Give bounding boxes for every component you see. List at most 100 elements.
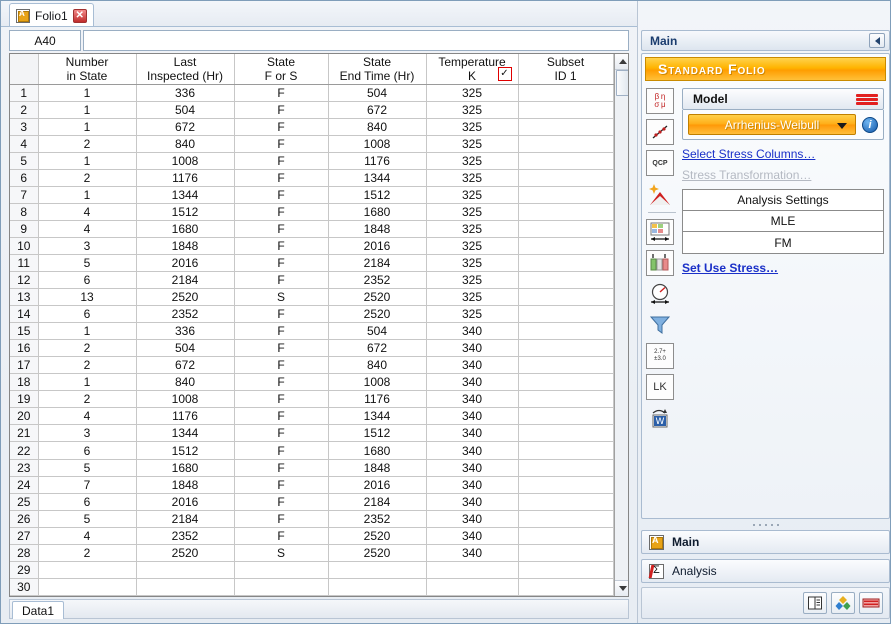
cell-last-inspected[interactable]: 1512 [136,441,235,460]
sheet-tab-data1[interactable]: Data1 [12,601,65,619]
cell-last-inspected[interactable]: 2016 [136,254,235,273]
cell-temperature[interactable]: 340 [425,476,519,494]
panel-section-main[interactable]: Main [641,530,890,554]
cell-subset-id[interactable] [518,101,614,119]
cell-number-in-state[interactable]: 1 [38,322,137,341]
cell-last-inspected[interactable]: 2520 [136,544,235,562]
cell-temperature[interactable] [425,578,519,596]
cell-state-end-time[interactable]: 1680 [328,441,427,460]
cell-temperature[interactable]: 340 [425,407,519,426]
cell-last-inspected[interactable]: 672 [136,118,235,136]
lk-icon[interactable]: LK [646,374,674,400]
cell-number-in-state[interactable]: 1 [38,373,137,392]
cell-number-in-state[interactable]: 5 [38,459,137,477]
cell-state-end-time[interactable]: 1008 [328,373,427,392]
row-number-cell[interactable]: 12 [10,271,39,290]
cell-subset-id[interactable] [518,118,614,136]
qcp-icon[interactable]: QCP [646,150,674,176]
stress-column-checkbox[interactable]: ✓ [497,66,512,81]
cell-state[interactable]: F [234,271,329,290]
cell-subset-id[interactable] [518,169,614,187]
cell-number-in-state[interactable]: 2 [38,544,137,562]
formula-input[interactable] [83,30,629,51]
cell-last-inspected[interactable]: 504 [136,339,235,358]
close-icon[interactable]: ✕ [72,8,87,23]
cell-subset-id[interactable] [518,493,614,511]
row-number-cell[interactable]: 1 [10,84,39,102]
cell-last-inspected[interactable]: 1008 [136,152,235,170]
cell-state-end-time[interactable]: 2352 [328,271,427,290]
row-number-cell[interactable]: 22 [10,441,39,460]
cell-state[interactable]: F [234,373,329,392]
cell-number-in-state[interactable]: 1 [38,84,137,102]
row-number-cell[interactable]: 28 [10,544,39,562]
cell-number-in-state[interactable]: 6 [38,493,137,511]
cell-subset-id[interactable] [518,203,614,221]
cell-state-end-time[interactable]: 2016 [328,237,427,255]
cell-temperature[interactable]: 340 [425,322,519,341]
cell-number-in-state[interactable]: 1 [38,186,137,204]
row-number-cell[interactable]: 4 [10,135,39,153]
data-range-icon[interactable] [646,219,674,245]
cell-state[interactable]: F [234,186,329,204]
row-number-cell[interactable]: 21 [10,424,39,443]
column-header-state-end-time[interactable]: State End Time (Hr) [328,54,427,85]
cell-state-end-time[interactable]: 840 [328,356,427,375]
row-number-cell[interactable]: 30 [10,578,39,596]
cell-number-in-state[interactable]: 4 [38,527,137,545]
cell-last-inspected[interactable]: 336 [136,322,235,341]
cell-state[interactable]: F [234,101,329,119]
cell-state-end-time[interactable] [328,561,427,579]
analysis-method-row[interactable]: MLE [683,211,883,232]
cell-last-inspected[interactable] [136,578,235,596]
cell-state[interactable]: F [234,203,329,221]
cell-last-inspected[interactable]: 2352 [136,527,235,545]
column-header-state[interactable]: State F or S [234,54,329,85]
cell-state[interactable]: F [234,441,329,460]
row-number-cell[interactable]: 11 [10,254,39,273]
analysis-rank-row[interactable]: FM [683,232,883,253]
cell-state[interactable]: F [234,424,329,443]
cell-last-inspected[interactable]: 1176 [136,407,235,426]
cell-state[interactable]: F [234,220,329,238]
cell-number-in-state[interactable]: 6 [38,271,137,290]
cell-subset-id[interactable] [518,527,614,545]
cell-state[interactable]: F [234,510,329,528]
cell-temperature[interactable]: 325 [425,254,519,273]
cell-number-in-state[interactable]: 4 [38,407,137,426]
cell-subset-id[interactable] [518,424,614,443]
cell-subset-id[interactable] [518,476,614,494]
cell-subset-id[interactable] [518,152,614,170]
cell-state-end-time[interactable]: 672 [328,339,427,358]
row-number-cell[interactable]: 17 [10,356,39,375]
row-number-cell[interactable]: 2 [10,101,39,119]
cell-subset-id[interactable] [518,271,614,290]
cell-state[interactable]: F [234,459,329,477]
row-number-cell[interactable]: 20 [10,407,39,426]
cell-state[interactable]: F [234,169,329,187]
cell-number-in-state[interactable]: 5 [38,254,137,273]
cell-subset-id[interactable] [518,237,614,255]
cell-last-inspected[interactable]: 1176 [136,169,235,187]
cell-state[interactable]: F [234,407,329,426]
cell-state[interactable]: F [234,152,329,170]
cell-state-end-time[interactable]: 1344 [328,169,427,187]
cell-temperature[interactable]: 340 [425,544,519,562]
cell-subset-id[interactable] [518,578,614,596]
cell-reference-box[interactable]: A40 [9,30,81,51]
cell-temperature[interactable]: 340 [425,390,519,409]
cell-subset-id[interactable] [518,288,614,307]
cell-subset-id[interactable] [518,561,614,579]
cell-temperature[interactable]: 325 [425,101,519,119]
row-number-cell[interactable]: 29 [10,561,39,579]
plot-color-icon[interactable] [831,592,855,614]
cell-last-inspected[interactable]: 1680 [136,459,235,477]
cell-state[interactable]: F [234,254,329,273]
cell-state-end-time[interactable] [328,578,427,596]
cell-temperature[interactable]: 340 [425,493,519,511]
cell-last-inspected[interactable]: 504 [136,101,235,119]
cell-subset-id[interactable] [518,373,614,392]
row-number-cell[interactable]: 7 [10,186,39,204]
cell-temperature[interactable] [425,561,519,579]
cell-last-inspected[interactable]: 336 [136,84,235,102]
